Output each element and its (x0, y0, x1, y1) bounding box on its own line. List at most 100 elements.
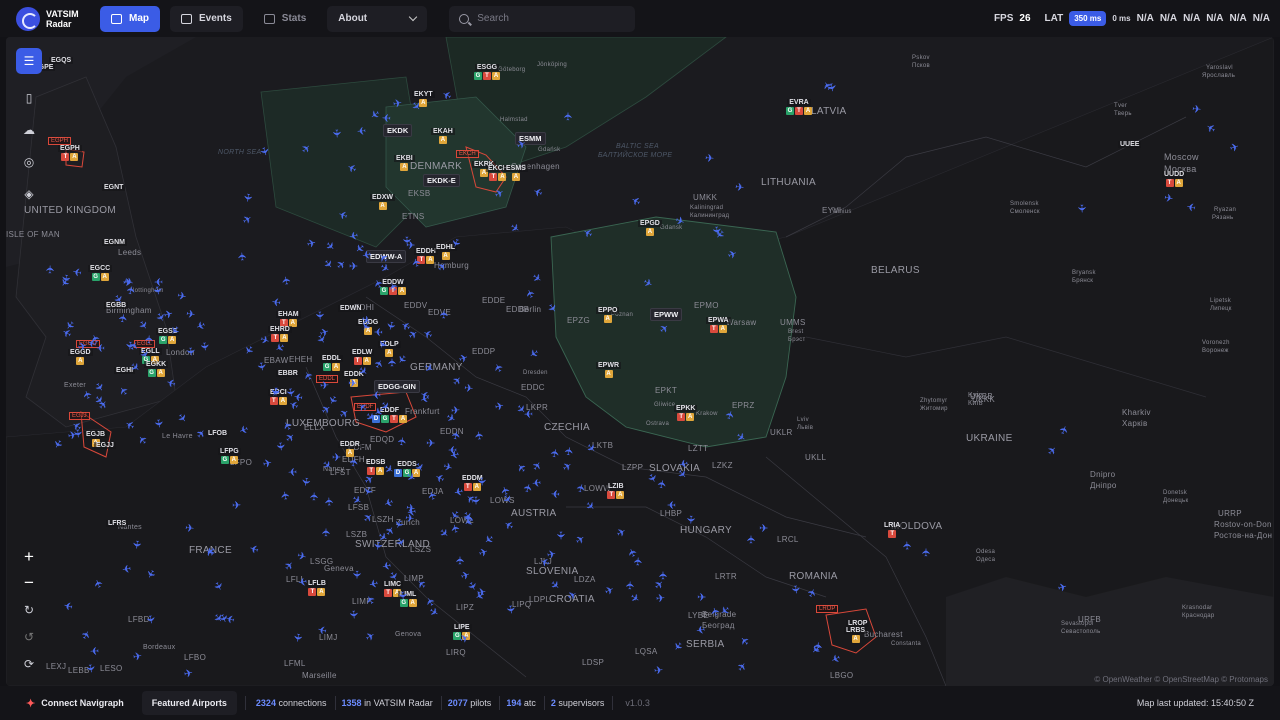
airport-marker[interactable]: ESGG G T A (474, 64, 500, 80)
controller-badge-a[interactable]: A (400, 163, 409, 171)
controller-badge-a[interactable]: A (399, 415, 407, 423)
atc-box[interactable]: LROP (816, 605, 839, 613)
airport-marker[interactable]: EBBR (276, 370, 300, 377)
sector-label[interactable]: EKDK (383, 124, 413, 137)
controller-badge-a[interactable]: A (604, 370, 613, 378)
airport-marker[interactable]: LFLB T A (306, 580, 328, 596)
controller-badge-t[interactable]: T (888, 530, 897, 538)
airport-marker[interactable]: EGKK G A (144, 361, 169, 377)
nav-map-button[interactable]: Map (100, 5, 160, 32)
zoom-out-button[interactable]: − (16, 570, 42, 596)
controller-badge-a[interactable]: A (378, 202, 387, 210)
atc-box[interactable]: EKCH (456, 150, 479, 158)
airport-marker[interactable]: LFPG G A (218, 448, 241, 464)
airport-marker[interactable]: LRBS A (844, 627, 868, 643)
airport-marker[interactable]: EDXW A (370, 194, 395, 210)
controller-badge-a[interactable]: A (441, 252, 450, 260)
controller-badge-t[interactable]: T (489, 173, 498, 181)
controller-badge-a[interactable]: A (438, 136, 447, 144)
controller-badge-a[interactable]: A (718, 325, 727, 333)
controller-badge-t[interactable]: T (677, 413, 686, 421)
layers-button[interactable]: ◈ (16, 181, 42, 207)
controller-badge-a[interactable]: A (70, 153, 79, 161)
controller-badge-a[interactable]: A (804, 107, 812, 115)
controller-badge-t[interactable]: T (795, 107, 803, 115)
history-button[interactable]: ↺ (16, 624, 42, 650)
sector-label[interactable]: EPWW (650, 308, 683, 321)
controller-badge-t[interactable]: T (353, 357, 362, 365)
controller-badge-a[interactable]: A (511, 173, 520, 181)
airport-marker[interactable]: EKBI A (394, 155, 415, 171)
controller-badge-t[interactable]: T (1165, 179, 1174, 187)
controller-badge-a[interactable]: A (408, 599, 417, 607)
rotate-button[interactable]: ↻ (16, 597, 42, 623)
airport-marker[interactable]: UUDD T A (1162, 171, 1187, 187)
controller-badge-t[interactable]: T (308, 588, 317, 596)
controller-badge-a[interactable]: A (278, 397, 287, 405)
airport-marker[interactable]: EGPH T A (58, 145, 82, 161)
controller-badge-g[interactable]: G (323, 363, 332, 371)
airport-marker[interactable]: ESMS A (504, 165, 528, 181)
weather-button[interactable]: ☁ (16, 117, 42, 143)
controller-badge-t[interactable]: T (483, 72, 491, 80)
radar-map[interactable]: UNITED KINGDOM ISLE OF MAN FRANCE LUXEMB… (6, 37, 1274, 686)
featured-airports-button[interactable]: Featured Airports (141, 691, 237, 715)
airport-marker[interactable]: EKAH A (431, 128, 455, 144)
airport-marker[interactable]: EDDR A (338, 441, 362, 457)
controller-badge-a[interactable]: A (1174, 179, 1183, 187)
controller-badge-t[interactable]: T (269, 397, 278, 405)
airport-marker[interactable]: EDDL G A (320, 355, 344, 371)
airport-marker[interactable]: EGNM (102, 239, 127, 246)
controller-badge-g[interactable]: G (159, 336, 168, 344)
airport-marker[interactable]: EHAM T A (276, 311, 301, 327)
radar-button[interactable]: ◎ (16, 149, 42, 175)
airport-marker[interactable]: EPPO A (596, 307, 620, 323)
controller-badge-a[interactable]: A (603, 315, 612, 323)
airport-marker[interactable]: EPWA T A (706, 317, 731, 333)
airport-marker[interactable]: LFOB (206, 430, 230, 437)
controller-badge-a[interactable]: A (686, 413, 695, 421)
airport-marker[interactable]: EVRA G T A (786, 99, 812, 115)
controller-badge-a[interactable]: A (645, 228, 654, 236)
atc-box[interactable]: EGPH (48, 137, 72, 145)
controller-badge-a[interactable]: A (616, 491, 625, 499)
controller-badge-d[interactable]: D (394, 469, 402, 477)
controller-badge-a[interactable]: A (156, 369, 165, 377)
nav-about-dropdown[interactable]: About (327, 5, 428, 32)
book-button[interactable]: ▯ (16, 85, 42, 111)
controller-badge-g[interactable]: G (786, 107, 794, 115)
controller-badge-a[interactable]: A (317, 588, 326, 596)
airport-marker[interactable]: LROP (846, 620, 870, 627)
airport-marker[interactable]: UUEE (1118, 141, 1142, 148)
controller-badge-g[interactable]: G (147, 369, 156, 377)
controller-badge-t[interactable]: T (61, 153, 70, 161)
filter-button[interactable]: ☰ (16, 48, 42, 74)
airport-marker[interactable]: LFRS (106, 520, 129, 527)
search-input[interactable] (477, 13, 618, 24)
nav-stats-button[interactable]: Stats (253, 6, 317, 32)
controller-badge-g[interactable]: G (91, 273, 100, 281)
controller-badge-a[interactable]: A (100, 273, 109, 281)
search-box[interactable] (449, 5, 636, 32)
airport-marker[interactable]: EGCC G A (88, 265, 113, 281)
controller-badge-g[interactable]: G (220, 456, 229, 464)
airport-marker[interactable]: EGNT (102, 184, 126, 191)
controller-badge-t[interactable]: T (709, 325, 718, 333)
airport-marker[interactable]: LZIB T A (606, 483, 626, 499)
airport-marker[interactable]: EPGD A (638, 220, 662, 236)
controller-badge-a[interactable]: A (168, 336, 177, 344)
zoom-in-button[interactable]: + (16, 544, 42, 570)
controller-badge-t[interactable]: T (384, 589, 393, 597)
sector-label[interactable]: EKDK-E (423, 174, 460, 187)
controller-badge-a[interactable]: A (76, 357, 85, 365)
controller-badge-g[interactable]: G (474, 72, 482, 80)
controller-badge-a[interactable]: A (385, 349, 394, 357)
refresh-button[interactable]: ⟳ (16, 651, 42, 677)
brand[interactable]: VATSIM Radar (0, 6, 100, 31)
map-attribution[interactable]: © OpenWeather © OpenStreetMap © Protomap… (1094, 675, 1268, 684)
controller-badge-t[interactable]: T (607, 491, 616, 499)
controller-badge-a[interactable]: A (332, 363, 341, 371)
airport-marker[interactable]: EDWN (338, 305, 364, 312)
controller-badge-t[interactable]: T (463, 483, 472, 491)
airport-marker[interactable]: EDLW T A (350, 349, 375, 365)
